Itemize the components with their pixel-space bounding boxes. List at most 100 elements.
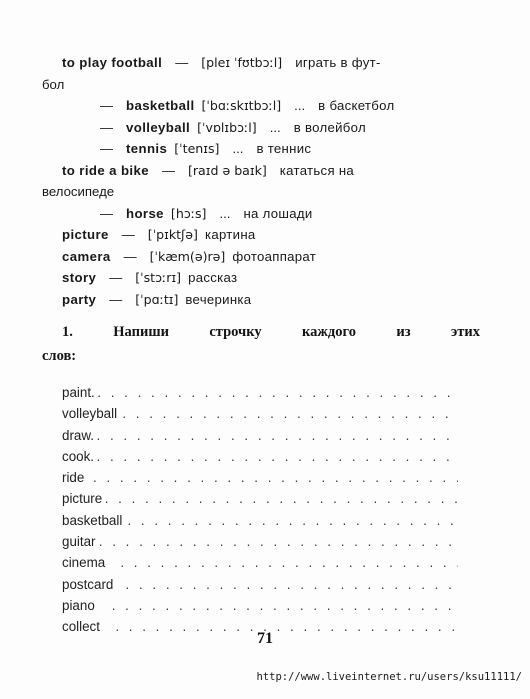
vocab-continuation: бол bbox=[42, 74, 482, 96]
vocab-gloss: рассказ bbox=[188, 270, 238, 285]
vocab-headword: camera bbox=[62, 248, 111, 264]
vocab-ipa: [ˈbɑːskɪtbɔːl] bbox=[201, 98, 282, 113]
vocab-dash: — bbox=[109, 270, 123, 285]
vocab-dash: — bbox=[123, 248, 137, 264]
vocab-entry: camera — [ˈkæm(ə)rə] фотоаппарат bbox=[42, 246, 482, 268]
vocab-ipa: [ˈpɪktʃə] bbox=[147, 227, 198, 242]
list-item[interactable]: draw. . . . . . . . . . . . . . . . . . … bbox=[62, 428, 458, 449]
vocabulary-list: to play football — [pleɪ ˈfʊtbɔːl] играть в… bbox=[42, 52, 482, 310]
vocab-continuation-text: бол bbox=[42, 76, 65, 92]
vocab-headword: to ride a bike bbox=[62, 162, 149, 178]
exercise-number: 1. bbox=[62, 324, 73, 340]
dotted-line: . . . . . . . . . . . . . . . . . . . . … bbox=[97, 385, 458, 400]
list-item[interactable]: picture . . . . . . . . . . . . . . . . … bbox=[62, 491, 458, 512]
word-practice-list: paint. . . . . . . . . . . . . . . . . .… bbox=[62, 385, 458, 641]
vocab-subentry: — volleyball [ˈvɒlɪbɔːl]... в волейбол bbox=[42, 117, 482, 139]
list-item[interactable]: postcard . . . . . . . . . . . . . . . .… bbox=[62, 577, 458, 598]
vocab-gloss: в баскетбол bbox=[318, 98, 395, 113]
vocab-entry: to ride a bike — [raɪd ə baɪk] кататься на bbox=[42, 160, 482, 182]
practice-word: cinema bbox=[62, 555, 106, 571]
vocab-continuation-text: велосипеде bbox=[42, 184, 115, 199]
exercise-word: Напиши bbox=[113, 324, 169, 340]
dotted-line: . . . . . . . . . . . . . . . . . . . . … bbox=[127, 512, 458, 528]
vocab-ipa: [pleɪ ˈfʊtbɔːl] bbox=[201, 55, 283, 70]
vocab-headword: volleyball bbox=[126, 119, 191, 135]
list-item[interactable]: volleyball . . . . . . . . . . . . . . .… bbox=[62, 406, 458, 427]
vocab-headword: horse bbox=[126, 205, 164, 221]
list-item[interactable]: guitar . . . . . . . . . . . . . . . . .… bbox=[62, 534, 458, 555]
vocab-subentry: — basketball [ˈbɑːskɪtbɔːl]... в баскетбол bbox=[42, 95, 482, 117]
textbook-page: to play football — [pleɪ ˈfʊtbɔːl] играть в… bbox=[0, 0, 530, 699]
dotted-line: . . . . . . . . . . . . . . . . . . . . … bbox=[122, 406, 458, 422]
vocab-headword: basketball bbox=[126, 98, 195, 113]
vocab-headword: party bbox=[62, 291, 97, 307]
practice-word: basketball bbox=[62, 512, 123, 528]
vocab-ipa: [raɪd ə baɪk] bbox=[187, 162, 267, 178]
vocab-gloss: в волейбол bbox=[293, 119, 366, 135]
practice-word: guitar bbox=[62, 534, 96, 550]
vocab-entry: picture — [ˈpɪktʃə] картина bbox=[42, 224, 482, 246]
practice-word: draw. bbox=[62, 427, 95, 443]
vocab-ipa: [hɔːs] bbox=[170, 205, 207, 221]
dotted-line: . . . . . . . . . . . . . . . . . . . . … bbox=[93, 470, 458, 486]
practice-word: piano bbox=[62, 597, 95, 613]
list-item[interactable]: paint. . . . . . . . . . . . . . . . . .… bbox=[62, 385, 458, 406]
vocab-ipa: [ˈstɔːrɪ] bbox=[135, 270, 182, 285]
practice-word: volleyball bbox=[62, 406, 118, 422]
exercise-heading-line2: слов: bbox=[42, 348, 77, 364]
vocab-gloss: вечеринка bbox=[185, 291, 252, 307]
dotted-line: . . . . . . . . . . . . . . . . . . . . … bbox=[96, 448, 458, 464]
practice-word: picture bbox=[62, 491, 103, 507]
exercise-word: каждого bbox=[302, 324, 356, 340]
vocab-bullet-dash: — bbox=[100, 98, 113, 113]
list-item[interactable]: cinema . . . . . . . . . . . . . . . . .… bbox=[62, 555, 458, 576]
vocab-entry: to play football — [pleɪ ˈfʊtbɔːl] играть в… bbox=[42, 52, 482, 74]
vocab-dash: — bbox=[175, 55, 189, 70]
vocab-continuation: велосипеде bbox=[42, 181, 482, 203]
vocab-dash: — bbox=[161, 162, 175, 178]
vocab-ellipsis: ... bbox=[294, 98, 306, 113]
dotted-line: . . . . . . . . . . . . . . . . . . . . … bbox=[104, 491, 458, 507]
list-item[interactable]: ride . . . . . . . . . . . . . . . . . .… bbox=[62, 470, 458, 491]
vocab-headword: story bbox=[62, 270, 97, 285]
vocab-gloss: фотоаппарат bbox=[232, 248, 317, 264]
list-item[interactable]: basketball . . . . . . . . . . . . . . .… bbox=[62, 513, 458, 534]
vocab-ipa: [ˈvɒlɪbɔːl] bbox=[197, 119, 257, 135]
list-item[interactable]: piano . . . . . . . . . . . . . . . . . … bbox=[62, 598, 458, 619]
vocab-bullet-dash: — bbox=[100, 119, 113, 135]
practice-word: ride bbox=[62, 470, 85, 486]
vocab-gloss: кататься на bbox=[279, 162, 355, 178]
exercise-word: строчку bbox=[209, 324, 262, 340]
dotted-line: . . . . . . . . . . . . . . . . . . . . … bbox=[98, 534, 458, 550]
vocab-gloss: картина bbox=[204, 227, 256, 242]
vocab-dash: — bbox=[121, 227, 135, 242]
page-number: 71 bbox=[257, 630, 273, 647]
vocab-gloss: в теннис bbox=[256, 141, 312, 156]
vocab-dash: — bbox=[109, 291, 123, 307]
exercise-heading-line1: 1. Напиши строчку каждого из этих bbox=[42, 320, 480, 344]
watermark-url: http://www.liveinternet.ru/users/ksu1111… bbox=[256, 671, 522, 683]
vocab-entry: story — [ˈstɔːrɪ] рассказ bbox=[42, 267, 482, 289]
vocab-subentry: — horse [hɔːs]... на лошади bbox=[42, 203, 482, 225]
vocab-headword: to play football bbox=[62, 55, 163, 70]
dotted-line: . . . . . . . . . . . . . . . . . . . . … bbox=[120, 555, 458, 571]
dotted-line: . . . . . . . . . . . . . . . . . . . . … bbox=[96, 427, 458, 443]
practice-word: postcard bbox=[62, 576, 114, 592]
vocab-headword: tennis bbox=[126, 141, 168, 156]
vocab-gloss: на лошади bbox=[243, 205, 313, 221]
vocab-ellipsis: ... bbox=[269, 119, 281, 135]
vocab-ipa: [ˈkæm(ə)rə] bbox=[149, 248, 226, 264]
practice-word: cook. bbox=[62, 448, 95, 464]
list-item[interactable]: cook. . . . . . . . . . . . . . . . . . … bbox=[62, 449, 458, 470]
vocab-subentry: — tennis [ˈtenɪs]... в теннис bbox=[42, 138, 482, 160]
vocab-ellipsis: ... bbox=[219, 205, 231, 221]
dotted-line: . . . . . . . . . . . . . . . . . . . . … bbox=[125, 576, 458, 592]
exercise-word: из bbox=[396, 324, 411, 340]
vocab-bullet-dash: — bbox=[100, 205, 113, 221]
vocab-ipa: [ˈtenɪs] bbox=[174, 141, 220, 156]
practice-word: paint. bbox=[62, 385, 95, 400]
vocab-gloss: играть в фут- bbox=[295, 55, 381, 70]
dotted-line: . . . . . . . . . . . . . . . . . . . . … bbox=[111, 597, 458, 613]
vocab-headword: picture bbox=[62, 227, 109, 242]
vocab-ellipsis: ... bbox=[232, 141, 244, 156]
